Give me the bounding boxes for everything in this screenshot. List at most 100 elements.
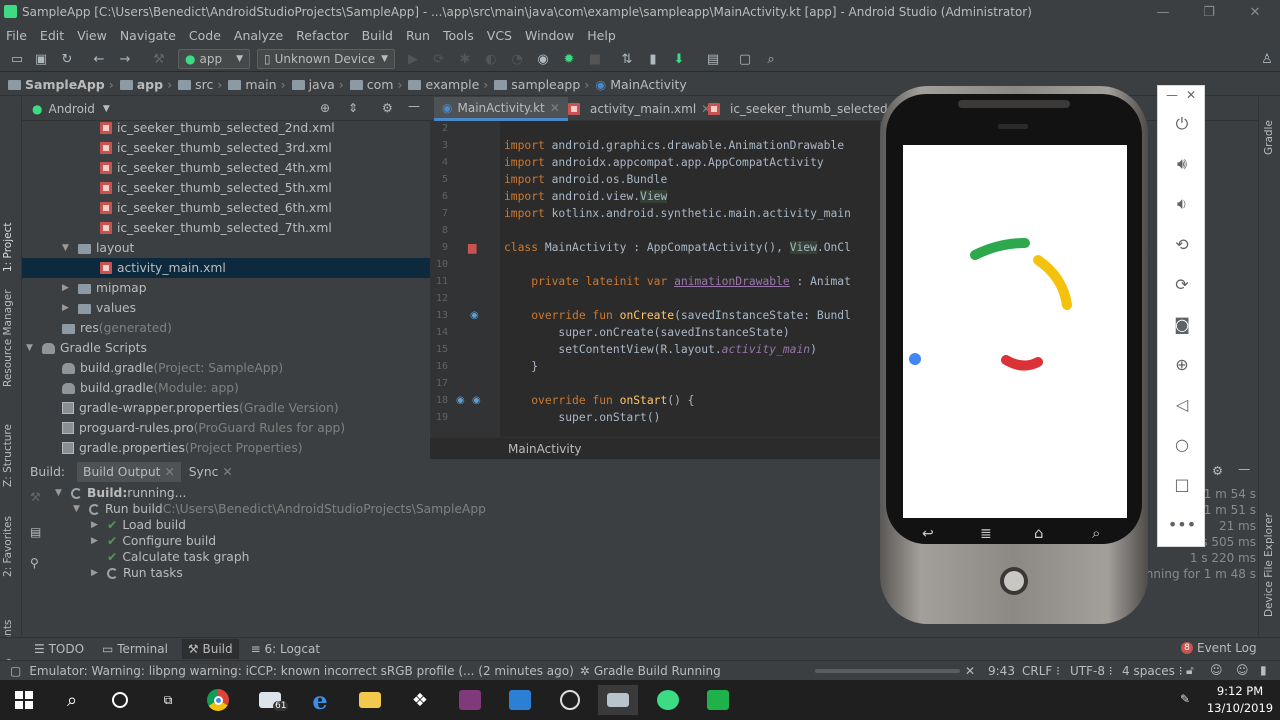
menu-vcs[interactable]: VCS — [487, 28, 512, 43]
spreadsheet-icon[interactable] — [698, 685, 738, 715]
status-message[interactable]: Emulator: Warning: libpng warning: iCCP:… — [29, 664, 573, 678]
tab-build[interactable]: ⚒ Build — [181, 638, 239, 659]
menu-window[interactable]: Window — [525, 28, 574, 43]
tree-item[interactable]: ic_seeker_thumb_selected_7th.xml — [22, 218, 430, 238]
override-marker-icon[interactable]: ◉ — [472, 395, 481, 406]
emulator-taskbar-icon[interactable] — [598, 685, 638, 715]
run-icon[interactable]: ▶ — [404, 50, 422, 68]
close-tab-icon[interactable]: ✕ — [164, 465, 174, 479]
overview-icon[interactable]: □ — [1170, 472, 1194, 496]
menu-code[interactable]: Code — [189, 28, 221, 43]
chevron-right-icon[interactable]: ▶ — [91, 520, 101, 530]
indent-setting[interactable]: 4 spaces ⁝ — [1122, 664, 1183, 678]
chevron-down-icon[interactable]: ▼ — [73, 504, 83, 514]
tree-folder-gradle-scripts[interactable]: ▼ Gradle Scripts — [22, 338, 430, 358]
close-tab-icon[interactable]: ✕ — [222, 465, 232, 479]
nav-main[interactable]: main › — [228, 77, 286, 92]
chrome-icon[interactable] — [198, 685, 238, 715]
tab-todo[interactable]: ☰ TODO — [34, 642, 84, 656]
tree-item[interactable]: proguard-rules.pro (ProGuard Rules for a… — [22, 418, 430, 438]
project-structure-icon[interactable]: ▤ — [704, 50, 722, 68]
menu-help[interactable]: Help — [587, 28, 616, 43]
file-explorer-icon[interactable] — [350, 685, 390, 715]
sync-icon[interactable]: ↻ — [58, 50, 76, 68]
tree-item[interactable]: ic_seeker_thumb_selected_2nd.xml — [22, 121, 430, 138]
collapse-all-icon[interactable]: ⇕ — [348, 101, 358, 115]
override-marker-icon[interactable]: ◉ — [456, 395, 465, 406]
apply-changes-icon[interactable]: ⟳ — [430, 50, 448, 68]
caret-position[interactable]: 9:43 — [988, 664, 1015, 678]
status-task[interactable]: Gradle Build Running — [594, 664, 721, 678]
chevron-right-icon[interactable]: ▶ — [62, 283, 72, 293]
dropbox-icon[interactable]: ❖ — [400, 685, 440, 715]
tree-item[interactable]: gradle-wrapper.properties (Gradle Versio… — [22, 398, 430, 418]
chevron-down-icon[interactable]: ▼ — [62, 243, 72, 253]
build-step[interactable]: ▶ ✔ Load build — [91, 517, 186, 533]
project-view-selector[interactable]: Android — [48, 102, 94, 116]
nav-mainactivity[interactable]: ◉ MainActivity — [595, 77, 687, 92]
obs-icon[interactable] — [550, 685, 590, 715]
nav-sampleapp[interactable]: SampleApp › — [8, 77, 114, 92]
avd-manager-icon[interactable]: ▮ — [644, 50, 662, 68]
gear-icon[interactable]: ⚙ — [1212, 464, 1223, 478]
camera-icon[interactable]: ◙ — [1170, 312, 1194, 336]
nav-src[interactable]: src › — [178, 77, 222, 92]
mail-icon[interactable]: 61 — [250, 685, 290, 715]
tree-item[interactable]: build.gradle (Project: SampleApp) — [22, 358, 430, 378]
tab-gradle[interactable]: Gradle — [1263, 120, 1275, 155]
nav-java[interactable]: java › — [291, 77, 344, 92]
build-step[interactable]: ▶ ✔ Configure build — [91, 533, 216, 549]
editor-breadcrumb[interactable]: MainActivity — [430, 437, 880, 459]
vscode-icon[interactable] — [500, 685, 540, 715]
tab-terminal[interactable]: ▭ Terminal — [102, 642, 168, 656]
rotate-right-icon[interactable]: ⟳ — [1170, 272, 1194, 296]
open-folder-icon[interactable]: ▭ — [8, 50, 26, 68]
tree-folder-res[interactable]: res (generated) — [22, 318, 430, 338]
tree-item[interactable]: ic_seeker_thumb_selected_3rd.xml — [22, 138, 430, 158]
feedback-icon[interactable]: ☺ — [1236, 663, 1249, 677]
tree-item[interactable]: ic_seeker_thumb_selected_5th.xml — [22, 178, 430, 198]
menu-build[interactable]: Build — [362, 28, 393, 43]
lock-icon[interactable]: 🔓︎ — [1186, 663, 1194, 678]
tab-mainactivity[interactable]: ◉ MainActivity.kt ✕ — [434, 97, 568, 121]
menu-run[interactable]: Run — [406, 28, 430, 43]
locate-icon[interactable]: ⊕ — [320, 101, 330, 115]
module-selector[interactable]: ● app ▼ — [178, 49, 250, 69]
tab-project[interactable]: 1: Project — [2, 223, 14, 272]
attach-debugger-icon[interactable]: ◉ — [534, 50, 552, 68]
build-run[interactable]: ▼ Run build C:\Users\Benedict\AndroidStud… — [73, 501, 486, 517]
sdk-manager-icon[interactable]: ⬇ — [670, 50, 688, 68]
rebuild-icon[interactable]: ⚒ — [30, 490, 41, 504]
tree-item[interactable]: build.gradle (Module: app) — [22, 378, 430, 398]
cortana-icon[interactable] — [100, 685, 140, 715]
profile-icon[interactable]: ◔ — [508, 50, 526, 68]
stop-icon[interactable]: ■ — [586, 50, 604, 68]
start-button[interactable] — [4, 685, 44, 715]
class-marker-icon[interactable]: ▆ — [468, 241, 476, 254]
edge-icon[interactable]: e — [300, 685, 340, 715]
filter-icon[interactable]: ▤ — [30, 525, 41, 539]
search-key-icon[interactable]: ⌕ — [1092, 524, 1100, 542]
power-icon[interactable]: ⏻ — [1170, 112, 1194, 136]
tab-activity-main[interactable]: activity_main.xml ✕ — [560, 97, 719, 121]
menu-key-icon[interactable]: ≣ — [980, 526, 992, 542]
chevron-right-icon[interactable]: ▶ — [91, 568, 101, 578]
sync-gradle-icon[interactable]: ⇅ — [618, 50, 636, 68]
zoom-icon[interactable]: ⊕ — [1170, 352, 1194, 376]
more-options-icon[interactable]: ••• — [1168, 512, 1196, 536]
menu-refactor[interactable]: Refactor — [296, 28, 348, 43]
tab-favorites[interactable]: 2: Favorites — [2, 516, 14, 577]
minimize-emulator-icon[interactable]: — — [1166, 88, 1178, 102]
chevron-down-icon[interactable]: ▼ — [103, 104, 110, 114]
tab-device-file-explorer[interactable]: Device File Explorer — [1263, 513, 1275, 617]
minimize-button[interactable]: — — [1140, 0, 1186, 24]
line-separator[interactable]: CRLF ⁝ — [1022, 664, 1060, 678]
back-icon[interactable]: ◁ — [1170, 392, 1194, 416]
close-tab-icon[interactable]: ✕ — [550, 101, 560, 115]
close-window-button[interactable]: ✕ — [1232, 0, 1278, 24]
menu-edit[interactable]: Edit — [40, 28, 64, 43]
nav-example[interactable]: example › — [408, 77, 488, 92]
build-root[interactable]: ▼ Build: running... — [55, 485, 186, 501]
chevron-right-icon[interactable]: ▶ — [62, 303, 72, 313]
nav-app[interactable]: app › — [119, 77, 172, 92]
